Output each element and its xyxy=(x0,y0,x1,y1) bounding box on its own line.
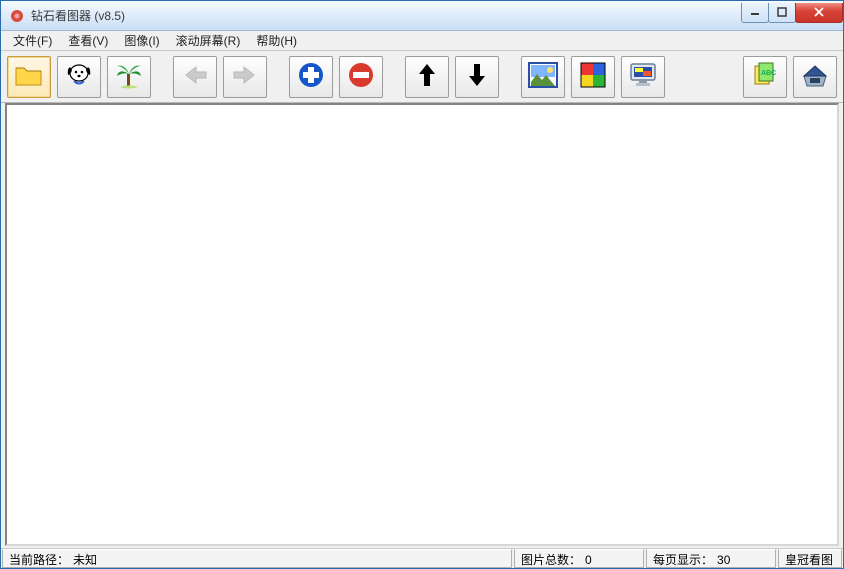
move-up-button[interactable] xyxy=(405,56,449,98)
window-title: 钻石看图器 (v8.5) xyxy=(31,7,125,24)
prev-button[interactable] xyxy=(173,56,217,98)
minimize-button[interactable] xyxy=(741,3,769,23)
maximize-button[interactable] xyxy=(768,3,796,23)
plus-icon xyxy=(297,61,325,92)
open-folder-button[interactable] xyxy=(7,56,51,98)
status-perpage-value: 30 xyxy=(717,553,730,567)
folder-icon xyxy=(14,62,44,91)
status-perpage: 每页显示： 30 xyxy=(646,549,776,568)
titlebar: 钻石看图器 (v8.5) xyxy=(1,1,843,31)
status-perpage-label: 每页显示： xyxy=(653,551,713,568)
menubar: 文件(F) 查看(V) 图像(I) 滚动屏幕(R) 帮助(H) xyxy=(1,31,843,51)
tags-icon: ABC xyxy=(750,61,780,92)
close-button[interactable] xyxy=(795,3,843,23)
arrow-left-icon xyxy=(182,65,208,88)
svg-text:ABC: ABC xyxy=(761,70,776,77)
tags-button[interactable]: ABC xyxy=(743,56,787,98)
menu-scroll[interactable]: 滚动屏幕(R) xyxy=(168,30,249,51)
status-brand: 皇冠看图 xyxy=(778,549,842,568)
picture-icon xyxy=(528,62,558,91)
zoom-out-button[interactable] xyxy=(339,56,383,98)
scanner-icon xyxy=(800,62,830,91)
zoom-in-button[interactable] xyxy=(289,56,333,98)
status-path-label: 当前路径： xyxy=(9,551,69,568)
status-total-value: 0 xyxy=(585,553,592,567)
app-window: 钻石看图器 (v8.5) 文件(F) 查看(V) 图像(I) 滚动屏幕(R) 帮… xyxy=(0,0,844,569)
arrow-up-icon xyxy=(417,62,437,91)
status-path-value: 未知 xyxy=(73,551,97,568)
colors-button[interactable] xyxy=(571,56,615,98)
move-down-button[interactable] xyxy=(455,56,499,98)
status-path: 当前路径： 未知 xyxy=(2,549,512,568)
menu-image[interactable]: 图像(I) xyxy=(116,30,167,51)
scanner-button[interactable] xyxy=(793,56,837,98)
menu-help[interactable]: 帮助(H) xyxy=(248,30,305,51)
arrow-right-icon xyxy=(232,65,258,88)
dog-icon xyxy=(64,61,94,92)
palm-tree-icon xyxy=(114,60,144,93)
color-grid-icon xyxy=(580,62,606,91)
arrow-down-icon xyxy=(467,62,487,91)
menu-file[interactable]: 文件(F) xyxy=(5,30,60,51)
next-button[interactable] xyxy=(223,56,267,98)
status-total: 图片总数： 0 xyxy=(514,549,644,568)
statusbar: 当前路径： 未知 图片总数： 0 每页显示： 30 皇冠看图 xyxy=(1,548,843,568)
status-total-label: 图片总数： xyxy=(521,551,581,568)
monitor-icon xyxy=(628,61,658,92)
thumbnail-button[interactable] xyxy=(521,56,565,98)
window-controls xyxy=(742,3,843,23)
palm-button[interactable] xyxy=(107,56,151,98)
minus-icon xyxy=(347,61,375,92)
menu-view[interactable]: 查看(V) xyxy=(60,30,116,51)
monitor-button[interactable] xyxy=(621,56,665,98)
image-viewport[interactable] xyxy=(5,103,839,546)
dog-button[interactable] xyxy=(57,56,101,98)
app-icon xyxy=(9,8,25,24)
status-brand-text: 皇冠看图 xyxy=(785,551,833,568)
toolbar: ABC xyxy=(1,51,843,103)
